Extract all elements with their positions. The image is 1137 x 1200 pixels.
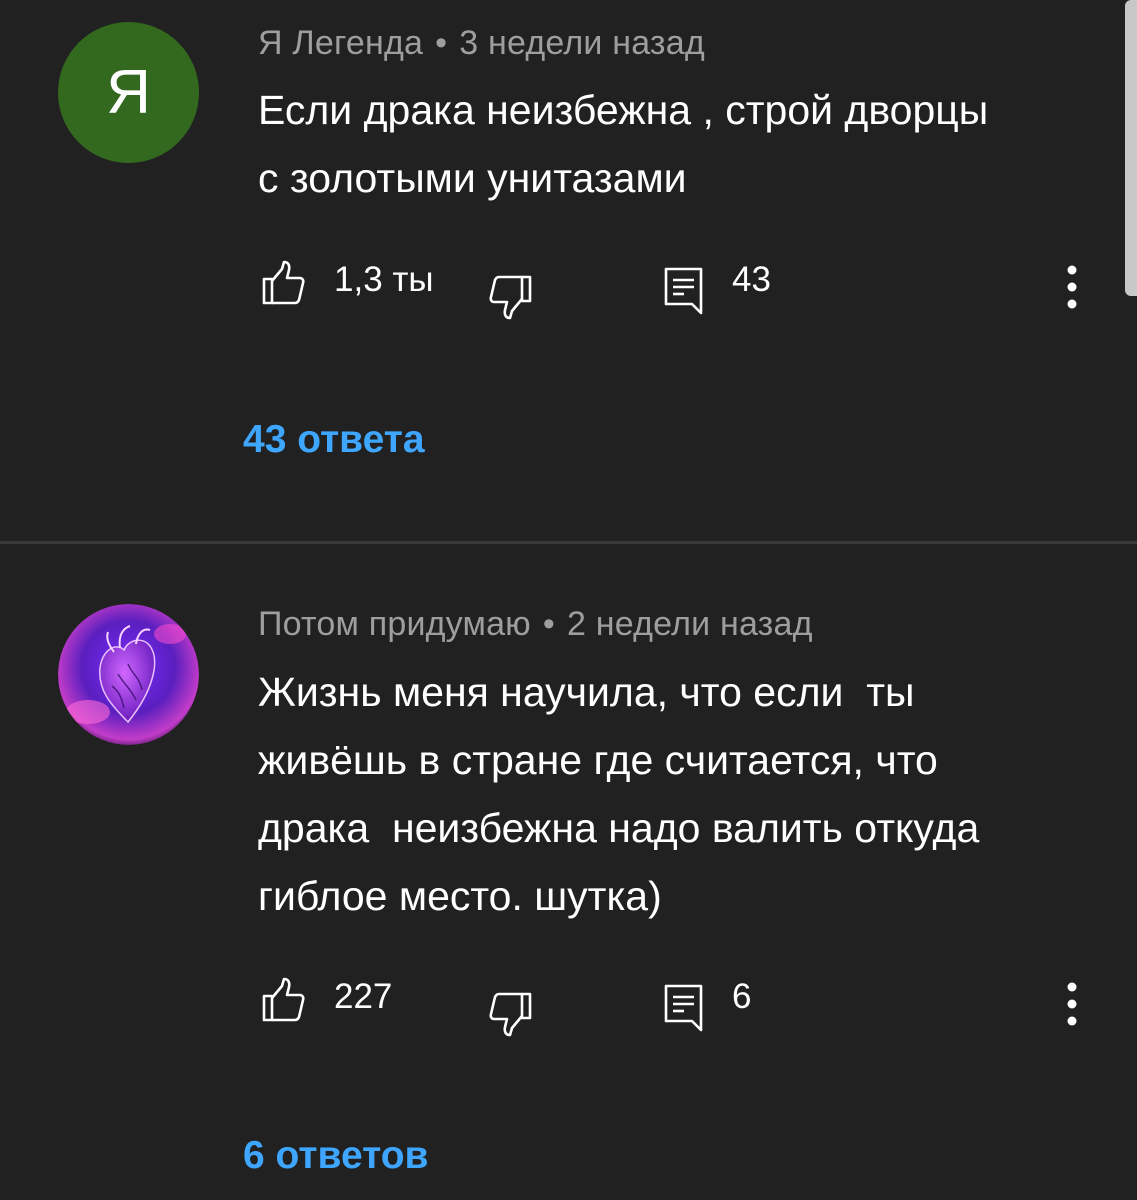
more-vertical-icon[interactable] <box>1062 982 1082 1026</box>
comment-author[interactable]: Потом придумаю <box>258 605 531 643</box>
comments-page: Я Я Легенда • 3 недели назад Если драка не… <box>0 0 1137 1200</box>
meta-separator: • <box>542 605 555 643</box>
comment-meta: Потом придумаю • 2 недели назад <box>258 605 813 644</box>
comment-text: Если драка неизбежна , строй дворцы с зо… <box>258 87 989 201</box>
comment-actions: 227 6 <box>0 972 1137 1037</box>
comment-meta: Я Легенда • 3 недели назад <box>258 24 705 63</box>
thumb-down-icon[interactable] <box>489 992 533 1038</box>
like-count: 227 <box>334 977 393 1016</box>
comment: Я Я Легенда • 3 недели назад Если драка не… <box>0 0 1137 540</box>
comment-text: Жизнь меня научила, что если ты живёшь в… <box>258 669 980 919</box>
like-count: 1,3 ты <box>334 260 434 299</box>
view-replies-link[interactable]: 43 ответа <box>243 418 425 462</box>
avatar[interactable]: Я <box>58 22 199 163</box>
comment-icon[interactable] <box>664 984 704 1032</box>
comment-author[interactable]: Я Легенда <box>258 24 423 62</box>
heart-avatar-image <box>58 604 199 745</box>
comment-icon[interactable] <box>664 267 704 315</box>
avatar[interactable] <box>58 604 199 745</box>
comment-time: 2 недели назад <box>566 605 813 643</box>
thumb-down-icon[interactable] <box>489 275 533 321</box>
divider <box>0 541 1137 544</box>
thumb-up-icon[interactable] <box>261 259 305 305</box>
avatar-letter: Я <box>106 58 151 127</box>
reply-count: 43 <box>732 260 771 299</box>
comment-actions: 1,3 ты 43 <box>0 255 1137 320</box>
meta-separator: • <box>435 24 448 62</box>
view-replies-link[interactable]: 6 ответов <box>243 1134 429 1178</box>
comment: Потом придумаю • 2 недели назад Жизнь меня… <box>0 545 1137 1200</box>
reply-count: 6 <box>732 977 752 1016</box>
thumb-up-icon[interactable] <box>261 976 305 1022</box>
comment-time: 3 недели назад <box>459 24 705 62</box>
more-vertical-icon[interactable] <box>1062 265 1082 309</box>
